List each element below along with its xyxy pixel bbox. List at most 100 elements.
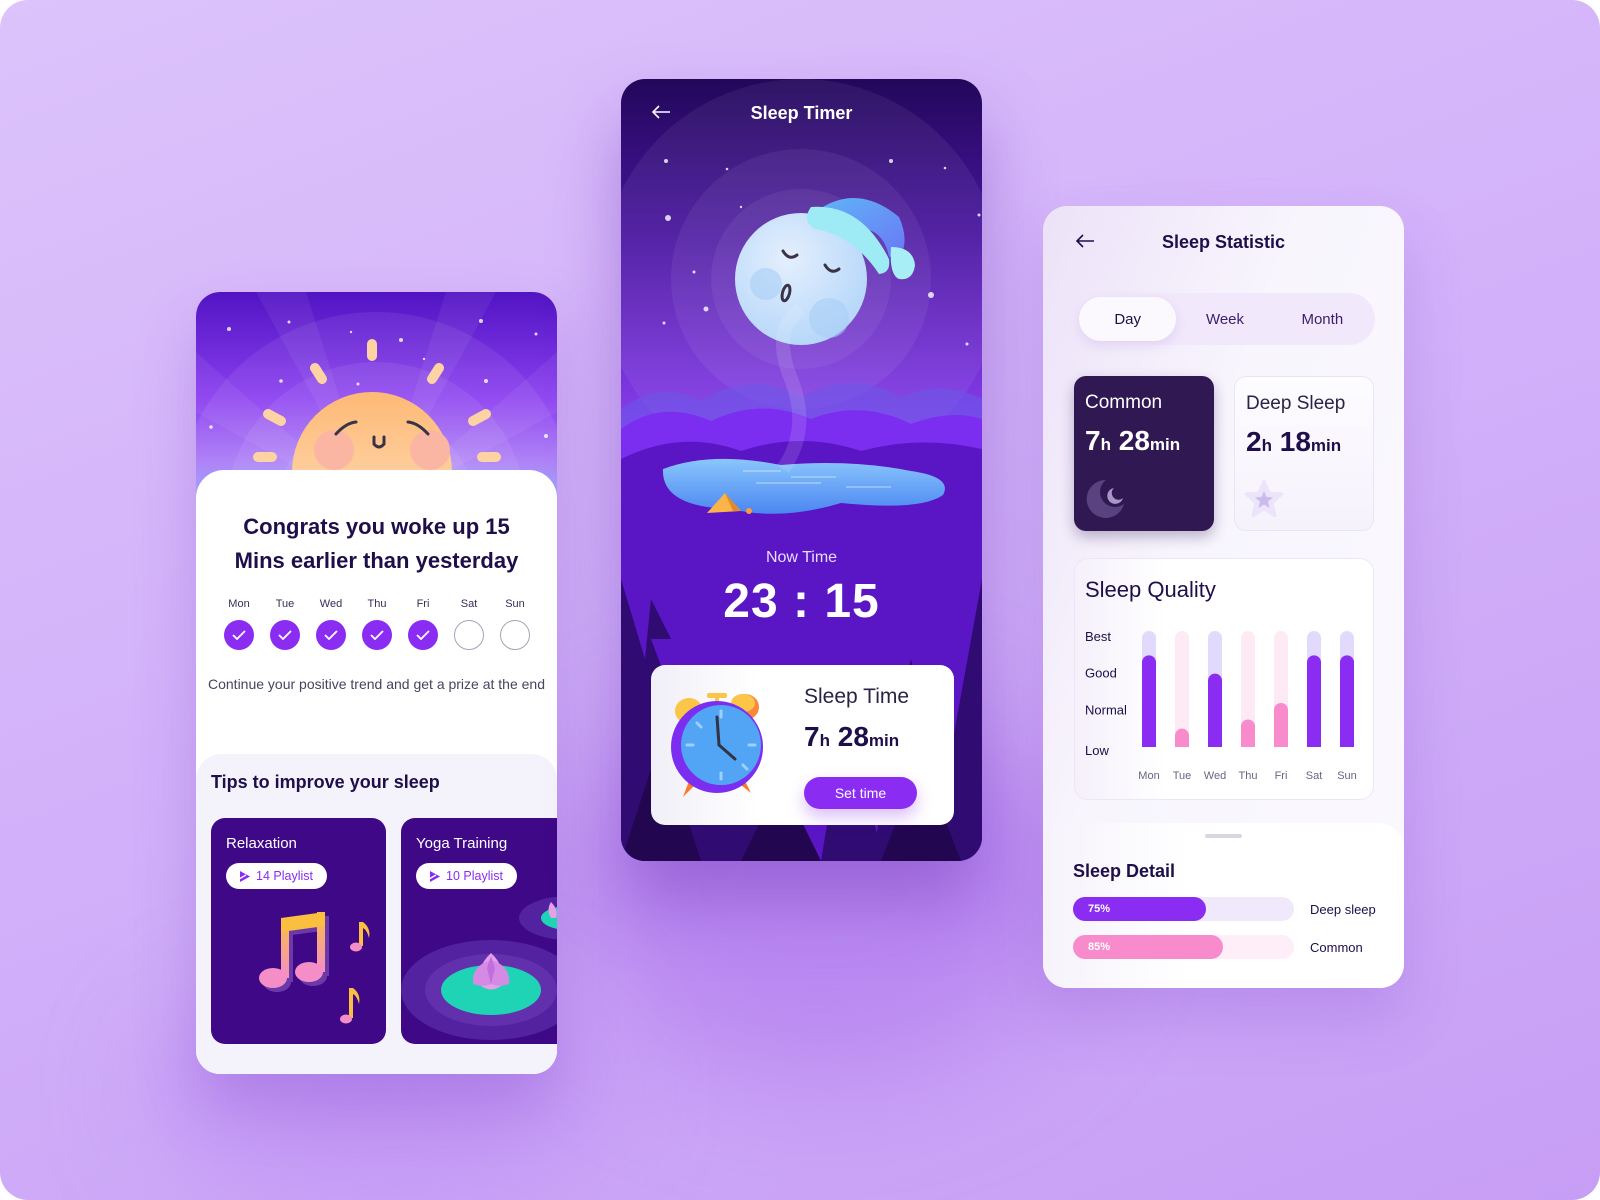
empty-circle-icon[interactable]	[454, 620, 484, 650]
set-time-button[interactable]: Set time	[804, 777, 917, 809]
sleep-statistic-screen: Sleep Statistic Day Week Month Common 7h…	[1043, 206, 1404, 988]
check-icon[interactable]	[270, 620, 300, 650]
day-label: Mon	[228, 598, 250, 610]
stat-value: 2h 18min	[1246, 426, 1341, 458]
day-label: Fri	[416, 598, 430, 610]
progress-fill: 85%	[1073, 935, 1224, 959]
check-icon[interactable]	[362, 620, 392, 650]
day-label: Tue	[275, 598, 295, 610]
congrats-subtitle: Continue your positive trend and get a p…	[208, 676, 545, 692]
sleep-detail-sheet: Sleep Detail 75% Deep sleep 85% Common	[1043, 823, 1404, 988]
tips-title: Tips to improve your sleep	[211, 772, 440, 792]
now-time-label: Now Time	[765, 549, 838, 566]
progress-track: 75%	[1073, 897, 1294, 921]
bar-base	[1142, 740, 1156, 747]
drag-handle[interactable]	[1205, 834, 1242, 838]
period-tabs: Day Week Month	[1075, 293, 1375, 345]
deep-sleep-progress-row: 75% Deep sleep	[1073, 897, 1396, 921]
bar	[1340, 655, 1354, 747]
day-fri: Fri	[406, 598, 440, 650]
progress-fill: 75%	[1073, 897, 1206, 921]
bar-base	[1340, 740, 1354, 747]
y-level-label: Good	[1085, 666, 1117, 681]
stat-value: 7h 28min	[1085, 425, 1180, 457]
alarm-clock-icon	[671, 693, 763, 797]
hours-value: 7	[804, 721, 820, 752]
screen-title: Sleep Statistic	[1161, 232, 1286, 252]
now-time-value: 23 : 15	[723, 575, 880, 628]
tip-card-relaxation[interactable]: Relaxation 14 Playlist	[211, 818, 386, 1044]
lotus-icon	[401, 896, 557, 1040]
sleep-detail-title: Sleep Detail	[1073, 861, 1176, 881]
day-sun: Sun	[498, 598, 532, 650]
y-level-label: Best	[1085, 629, 1111, 644]
common-stat-card[interactable]: Common 7h 28min	[1074, 376, 1214, 531]
bar-base	[1208, 740, 1222, 747]
bar-base	[1307, 740, 1321, 747]
minutes-value: 28	[1118, 425, 1150, 456]
minutes-unit: min	[868, 731, 900, 750]
congrats-screen: Congrats you woke up 15 Mins earlier tha…	[196, 292, 557, 1074]
tab-day[interactable]: Day	[1079, 297, 1177, 341]
music-notes-icon	[259, 912, 370, 1024]
sleep-quality-card: Sleep Quality Low Normal Good Best Mon Tue Wed…	[1074, 558, 1374, 800]
x-tick-label: Sun	[1337, 770, 1357, 782]
y-level-label: Normal	[1085, 702, 1127, 717]
moon-icon	[1086, 479, 1124, 518]
progress-label: Common	[1310, 939, 1363, 955]
star-icon	[1244, 479, 1284, 518]
tab-month[interactable]: Month	[1274, 297, 1371, 341]
sleep-time-card: Sleep Time 7h 28min Set time	[651, 665, 954, 825]
check-icon[interactable]	[224, 620, 254, 650]
x-tick-label: Wed	[1204, 770, 1226, 782]
tips-section: Tips to improve your sleep Relaxation 14…	[196, 754, 557, 1074]
hours-value: 7	[1085, 425, 1101, 456]
x-tick-label: Mon	[1138, 770, 1159, 782]
common-progress-row: 85% Common	[1073, 935, 1396, 959]
stat-label: Deep Sleep	[1246, 393, 1346, 414]
minutes-unit: min	[1310, 436, 1342, 455]
day-tue: Tue	[268, 598, 302, 650]
hours-value: 2	[1246, 426, 1262, 457]
screen-title: Sleep Timer	[750, 103, 853, 123]
hours-unit: h	[1100, 435, 1111, 454]
bar	[1208, 673, 1222, 747]
day-label: Thu	[367, 598, 387, 610]
sleep-time-value: 7h 28min	[804, 721, 899, 753]
day-wed: Wed	[314, 598, 348, 650]
day-label: Sun	[505, 598, 525, 610]
x-tick-label: Thu	[1239, 770, 1258, 782]
progress-label: Deep sleep	[1310, 901, 1376, 917]
sleep-quality-chart: Low Normal Good Best Mon Tue Wed Thu Fri Sat Sun	[1085, 629, 1357, 782]
bar-base	[1274, 740, 1288, 747]
empty-circle-icon[interactable]	[500, 620, 530, 650]
stat-label: Common	[1085, 392, 1163, 413]
day-sat: Sat	[452, 598, 486, 650]
progress-track: 85%	[1073, 935, 1294, 959]
day-label: Sat	[460, 598, 478, 610]
minutes-value: 28	[837, 721, 869, 752]
showcase-background: Congrats you woke up 15 Mins earlier tha…	[0, 0, 1600, 1200]
day-thu: Thu	[360, 598, 394, 650]
check-icon[interactable]	[316, 620, 346, 650]
bar	[1307, 655, 1321, 747]
deep-sleep-stat-card[interactable]: Deep Sleep 2h 18min	[1234, 376, 1374, 531]
sleep-time-label: Sleep Time	[804, 685, 910, 708]
x-tick-label: Sat	[1306, 770, 1323, 782]
x-tick-label: Fri	[1275, 770, 1288, 782]
congrats-title: Congrats you woke up 15 Mins earlier tha…	[234, 514, 519, 573]
y-level-label: Low	[1085, 743, 1109, 758]
minutes-value: 18	[1279, 426, 1311, 457]
bar	[1142, 655, 1156, 747]
hours-unit: h	[1261, 436, 1272, 455]
tab-week[interactable]: Week	[1176, 297, 1273, 341]
bar-base	[1175, 740, 1189, 747]
day-label: Wed	[319, 598, 343, 610]
hours-unit: h	[819, 731, 830, 750]
check-icon[interactable]	[408, 620, 438, 650]
tip-card-yoga[interactable]: Yoga Training 10 Playlist	[401, 818, 557, 1044]
bar-base	[1241, 740, 1255, 747]
x-tick-label: Tue	[1173, 770, 1192, 782]
sleep-timer-screen: Sleep Timer Now Time 23 : 15 Sleep Time …	[621, 79, 982, 861]
weekly-streak: Mon Tue Wed Thu Fri Sat Sun	[222, 598, 532, 650]
